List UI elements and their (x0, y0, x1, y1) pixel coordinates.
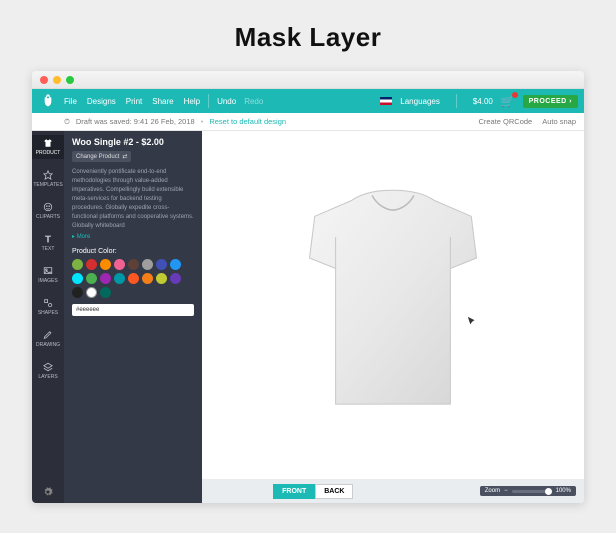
change-product-label: Change Product (76, 154, 119, 160)
divider (208, 94, 209, 108)
divider (456, 94, 457, 108)
product-panel: Woo Single #2 - $2.00 Change Product ⇄ C… (64, 131, 202, 503)
auto-snap-button[interactable]: Auto snap (542, 117, 576, 126)
zoom-out-icon[interactable]: − (504, 488, 508, 494)
color-swatch[interactable] (100, 259, 111, 270)
window-titlebar (32, 71, 584, 89)
cart-badge (512, 92, 518, 98)
price-display: $4.00 (473, 97, 493, 106)
color-swatch[interactable] (128, 273, 139, 284)
color-swatch[interactable] (86, 287, 97, 298)
color-swatch[interactable] (72, 273, 83, 284)
sidebar-item-layers[interactable]: LAYERS (32, 359, 64, 383)
color-swatch[interactable] (100, 273, 111, 284)
hex-color-input[interactable]: #eeeeee (72, 304, 194, 316)
color-swatch[interactable] (114, 273, 125, 284)
status-toolbar: ⏱ Draft was saved: 9:41 26 Feb, 2018 • R… (32, 113, 584, 131)
redo-button[interactable]: Redo (244, 97, 263, 106)
sidebar-label: IMAGES (38, 278, 57, 284)
flag-icon (380, 97, 392, 105)
view-front-button[interactable]: FRONT (273, 484, 315, 499)
color-swatch[interactable] (156, 259, 167, 270)
menu-list: File Designs Print Share Help (64, 97, 200, 106)
menu-help[interactable]: Help (184, 97, 200, 106)
proceed-button[interactable]: PROCEED › (523, 95, 578, 108)
product-description: Conveniently pontificate end-to-end meth… (72, 168, 194, 231)
languages-button[interactable]: Languages (400, 97, 440, 106)
product-title: Woo Single #2 - $2.00 (72, 137, 194, 147)
sidebar-settings-icon[interactable] (32, 481, 64, 503)
sidebar-label: TEMPLATES (33, 182, 62, 188)
draft-saved-text: Draft was saved: 9:41 26 Feb, 2018 (76, 117, 195, 126)
sidebar-label: LAYERS (38, 374, 57, 380)
window-close-icon[interactable] (40, 76, 48, 84)
product-color-label: Product Color: (72, 248, 194, 255)
sidebar-item-shapes[interactable]: SHAPES (32, 295, 64, 319)
color-swatch[interactable] (100, 287, 111, 298)
tshirt-preview[interactable] (202, 131, 584, 479)
sidebar-item-images[interactable]: IMAGES (32, 263, 64, 287)
sidebar-item-cliparts[interactable]: CLIPARTS (32, 199, 64, 223)
sidebar-label: CLIPARTS (36, 214, 60, 220)
more-link[interactable]: More (72, 233, 194, 240)
menu-share[interactable]: Share (152, 97, 173, 106)
zoom-control[interactable]: Zoom − 100% (480, 486, 576, 496)
color-swatch[interactable] (86, 259, 97, 270)
color-swatch[interactable] (142, 259, 153, 270)
sidebar-label: TEXT (42, 246, 55, 252)
app-logo-icon (32, 93, 64, 109)
app-window: File Designs Print Share Help Undo Redo … (32, 71, 584, 503)
page-heading: Mask Layer (0, 0, 616, 71)
color-swatch[interactable] (142, 273, 153, 284)
color-swatch[interactable] (72, 259, 83, 270)
app-body: PRODUCT TEMPLATES CLIPARTS TEXT IMAGES S… (32, 131, 584, 503)
color-swatch[interactable] (170, 273, 181, 284)
window-minimize-icon[interactable] (53, 76, 61, 84)
zoom-value: 100% (556, 488, 571, 494)
color-swatch[interactable] (156, 273, 167, 284)
color-swatches (72, 259, 194, 298)
cart-icon[interactable]: 🛒 (501, 95, 515, 108)
sidebar-item-templates[interactable]: TEMPLATES (32, 167, 64, 191)
cursor-icon (467, 316, 477, 326)
sidebar-item-drawing[interactable]: DRAWING (32, 327, 64, 351)
color-swatch[interactable] (114, 259, 125, 270)
zoom-label: Zoom (485, 488, 500, 494)
clock-icon: ⏱ (64, 117, 70, 127)
color-swatch[interactable] (128, 259, 139, 270)
topbar-right: Languages $4.00 🛒 PROCEED › (380, 94, 584, 108)
sidebar-label: DRAWING (36, 342, 60, 348)
sidebar-label: PRODUCT (36, 150, 61, 156)
color-swatch[interactable] (86, 273, 97, 284)
view-back-button[interactable]: BACK (315, 484, 353, 499)
color-swatch[interactable] (72, 287, 83, 298)
window-maximize-icon[interactable] (66, 76, 74, 84)
design-canvas[interactable]: FRONT BACK Zoom − 100% (202, 131, 584, 503)
sidebar-label: SHAPES (38, 310, 58, 316)
change-product-button[interactable]: Change Product ⇄ (72, 151, 131, 162)
sidebar-item-product[interactable]: PRODUCT (32, 135, 64, 159)
color-swatch[interactable] (170, 259, 181, 270)
dot-separator: • (201, 117, 204, 126)
zoom-thumb[interactable] (545, 488, 552, 495)
create-qrcode-button[interactable]: Create QRCode (478, 117, 532, 126)
reset-link[interactable]: Reset to default design (209, 117, 286, 126)
canvas-footer: FRONT BACK Zoom − 100% (202, 479, 584, 503)
sidebar-item-text[interactable]: TEXT (32, 231, 64, 255)
top-menu-bar: File Designs Print Share Help Undo Redo … (32, 89, 584, 113)
undo-redo-group: Undo Redo (217, 97, 263, 106)
menu-print[interactable]: Print (126, 97, 142, 106)
left-sidebar: PRODUCT TEMPLATES CLIPARTS TEXT IMAGES S… (32, 131, 64, 503)
swap-icon: ⇄ (122, 153, 127, 160)
zoom-slider[interactable] (512, 490, 552, 493)
menu-file[interactable]: File (64, 97, 77, 106)
undo-button[interactable]: Undo (217, 97, 236, 106)
menu-designs[interactable]: Designs (87, 97, 116, 106)
view-toggle: FRONT BACK (273, 484, 353, 499)
